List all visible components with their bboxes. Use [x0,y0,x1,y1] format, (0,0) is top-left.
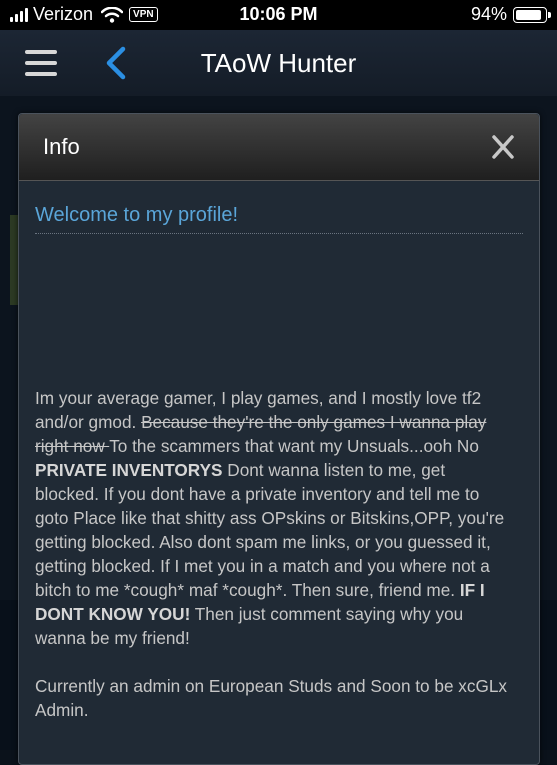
battery-tip [548,11,551,18]
welcome-heading: Welcome to my profile! [35,204,523,234]
bio-bold-text: PRIVATE INVENTORYS [35,460,223,480]
modal-title: Info [43,134,80,159]
nav-header: TAoW Hunter [0,30,557,97]
status-bar: Verizon VPN 10:06 PM 94% [0,0,557,30]
profile-bio: Im your average gamer, I play games, and… [35,386,513,722]
close-icon[interactable] [491,134,515,160]
battery-fill [516,9,541,20]
bio-text: To the scammers that want my Unsuals...o… [109,436,479,456]
bio-paragraph-2: Currently an admin on European Studs and… [35,676,507,720]
battery-icon [513,6,551,23]
bio-text: Dont wanna listen to me, get blocked. If… [35,460,505,600]
status-right: 94% [470,4,551,25]
modal-body: Welcome to my profile! Im your average g… [35,204,523,720]
bio-paragraph-1: Im your average gamer, I play games, and… [35,386,513,650]
battery-percent: 94% [470,4,507,24]
page-title: TAoW Hunter [200,48,357,78]
modal-header: Info [19,114,539,181]
info-modal: Info Welcome to my profile! Im your aver… [18,113,540,765]
